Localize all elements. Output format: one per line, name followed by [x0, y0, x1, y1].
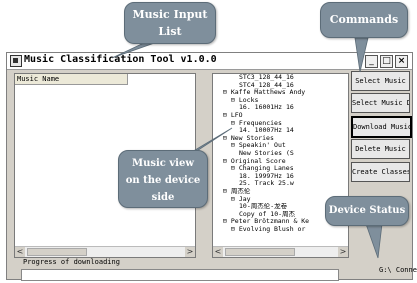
tree-item[interactable]: STC3_128_44_16 [213, 74, 348, 82]
column-header-music-name[interactable]: Music Name [15, 74, 128, 85]
tree-item[interactable]: ⊟ Locks [213, 97, 348, 105]
tree-item[interactable]: ⊟ Changing Lanes [213, 165, 348, 173]
tree-scroll-thumb[interactable] [225, 248, 295, 256]
callout-music-view: Music view on the device side [118, 150, 208, 208]
device-status-text: G:\ Connected [379, 266, 417, 274]
scroll-thumb[interactable] [27, 248, 87, 256]
callout-music-view-line1: Music view [132, 158, 194, 169]
tree-item[interactable]: 18. 19997Hz 16 [213, 173, 348, 181]
horizontal-scrollbar[interactable]: < > [15, 246, 195, 257]
tree-item[interactable]: ⊟ Frequencies [213, 120, 348, 128]
device-music-tree[interactable]: STC3_128_44_16 STC4_128_44_16 ⊟ Kaffe Matt… [212, 73, 349, 258]
create-classes-button[interactable]: Create Classes [351, 162, 410, 182]
tree-horizontal-scrollbar[interactable]: < > [213, 246, 348, 257]
tree-scroll-right-icon[interactable]: > [338, 247, 348, 257]
callout-music-view-line2: on the device [125, 175, 201, 186]
scroll-left-icon[interactable]: < [15, 247, 25, 257]
callout-device-status: Device Status [325, 196, 409, 226]
tree-item[interactable]: STC4_128_44_16 [213, 82, 348, 90]
tree-item[interactable]: ⊟ LFO [213, 112, 348, 120]
app-icon [10, 55, 22, 67]
application-window: Music Classification Tool v1.0.0 _ □ × M… [6, 52, 417, 281]
maximize-button[interactable]: □ [380, 55, 393, 68]
callout-commands: Commands [320, 2, 408, 38]
tree-item[interactable]: New Stories (S [213, 150, 348, 158]
scroll-right-icon[interactable]: > [185, 247, 195, 257]
window-title: Music Classification Tool v1.0.0 [24, 54, 217, 65]
download-music-button[interactable]: Download Music [351, 116, 412, 138]
progress-label: Progress of downloading [23, 258, 120, 266]
title-bar: Music Classification Tool v1.0.0 _ □ × [7, 53, 412, 70]
callout-music-input-list-line2: List [158, 25, 182, 38]
select-music-button[interactable]: Select Music [351, 71, 410, 91]
tree-item[interactable]: ⊟ Original Score [213, 158, 348, 166]
callout-commands-line1: Commands [329, 13, 399, 26]
callout-device-status-line1: Device Status [328, 205, 406, 216]
callout-music-input-list-line1: Music Input [132, 8, 208, 21]
tree-item[interactable]: ⊟ Kaffe Matthews Andy [213, 89, 348, 97]
tree-item[interactable]: ⊟ 周杰伦 [213, 188, 348, 196]
tree-item[interactable]: ⊟ New Stories [213, 135, 348, 143]
download-progress-bar [21, 269, 339, 281]
delete-music-button[interactable]: Delete Music [351, 139, 410, 159]
select-music-dir-button[interactable]: Select Music Dir [351, 93, 410, 113]
tree-item[interactable]: 25. Track 25.w [213, 180, 348, 188]
close-button[interactable]: × [395, 55, 408, 68]
minimize-button[interactable]: _ [365, 55, 378, 68]
tree-item[interactable]: ⊟ Speakin' Out [213, 142, 348, 150]
tree-item[interactable]: 16. 16001Hz 16 [213, 104, 348, 112]
callout-music-view-line3: side [151, 192, 175, 203]
callout-music-input-list: Music Input List [124, 2, 216, 44]
tree-scroll-left-icon[interactable]: < [213, 247, 223, 257]
tree-item[interactable]: ⊟ Evolving Blush or [213, 226, 348, 234]
tree-item[interactable]: 14. 10007Hz 14 [213, 127, 348, 135]
